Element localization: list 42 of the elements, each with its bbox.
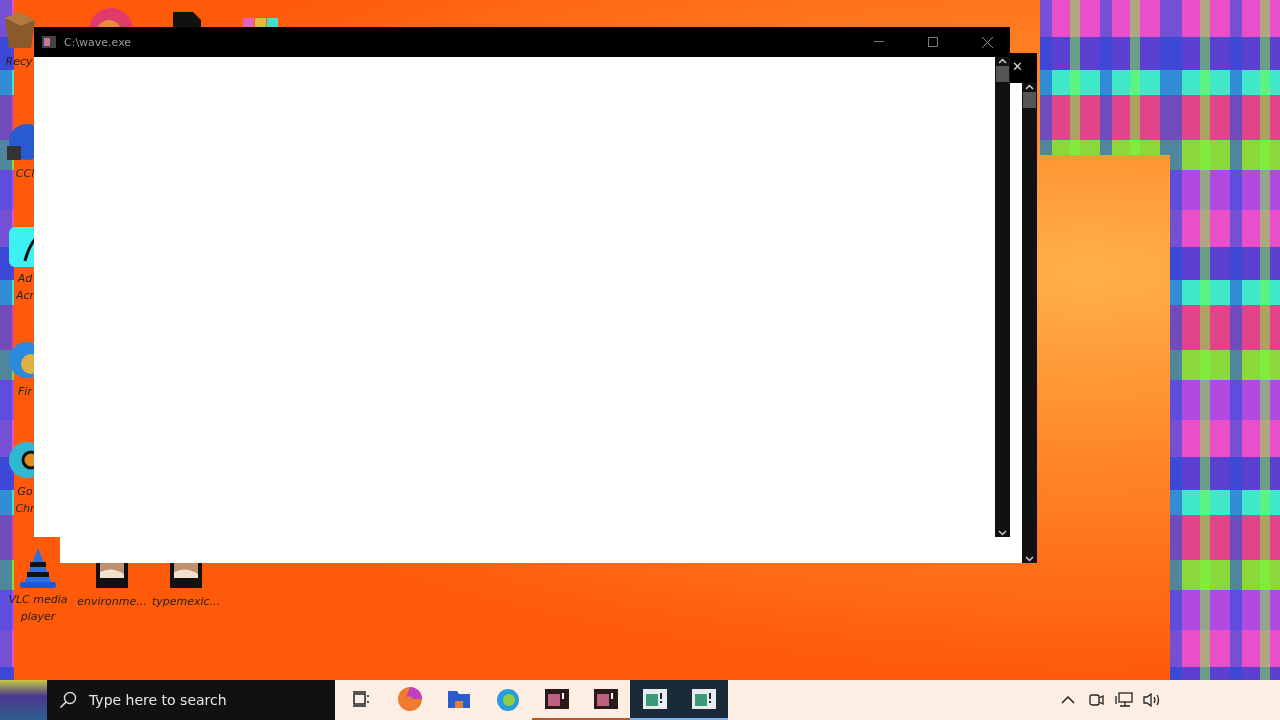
search-placeholder: Type here to search (89, 692, 227, 708)
chevron-down-icon[interactable] (1025, 554, 1034, 563)
icon-label: typemexic... (151, 594, 221, 609)
volume-icon[interactable] (1142, 692, 1162, 708)
chevron-down-icon[interactable] (998, 528, 1007, 537)
scroll-thumb[interactable] (996, 66, 1009, 82)
edge-icon (396, 686, 423, 712)
scrollbar[interactable] (995, 57, 1010, 537)
minimize-icon (874, 41, 884, 43)
network-icon[interactable] (1115, 692, 1133, 708)
app-window-icon (691, 689, 716, 709)
icon-label: Chr (15, 501, 35, 516)
app-window-icon (642, 689, 667, 709)
search-field[interactable]: Type here to search (47, 680, 335, 720)
chevron-up-icon[interactable] (1061, 696, 1075, 704)
maximize-icon (928, 37, 938, 47)
start-button[interactable] (0, 680, 47, 720)
scroll-thumb[interactable] (1023, 92, 1036, 108)
chevron-up-icon[interactable] (1025, 83, 1034, 92)
icon-label: Ad (17, 271, 33, 286)
console-window-icon (42, 36, 56, 48)
search-icon (59, 691, 77, 709)
camera-icon[interactable] (1088, 692, 1104, 708)
icon-label: Acr (15, 288, 35, 303)
folder-icon (446, 689, 471, 709)
scrollbar[interactable] (1022, 83, 1037, 563)
taskbar-button[interactable] (630, 680, 679, 720)
icon-label: environme... (77, 594, 147, 609)
traffic-cone-icon (18, 546, 58, 590)
icon-label: player (20, 609, 56, 624)
console-window-icon (544, 689, 569, 709)
console-window-icon (593, 689, 618, 709)
taskbar-button[interactable] (679, 680, 728, 720)
chevron-up-icon[interactable] (998, 57, 1007, 66)
task-view-icon (351, 690, 370, 708)
window-title: C:\wave.exe (64, 35, 133, 49)
icon-label: CCl (15, 166, 35, 181)
icon-label: Fir (18, 384, 32, 399)
close-button[interactable]: ✕ (1012, 59, 1023, 74)
close-icon (981, 36, 993, 48)
icon-label: Go (17, 484, 33, 499)
firefox-icon (494, 686, 521, 712)
